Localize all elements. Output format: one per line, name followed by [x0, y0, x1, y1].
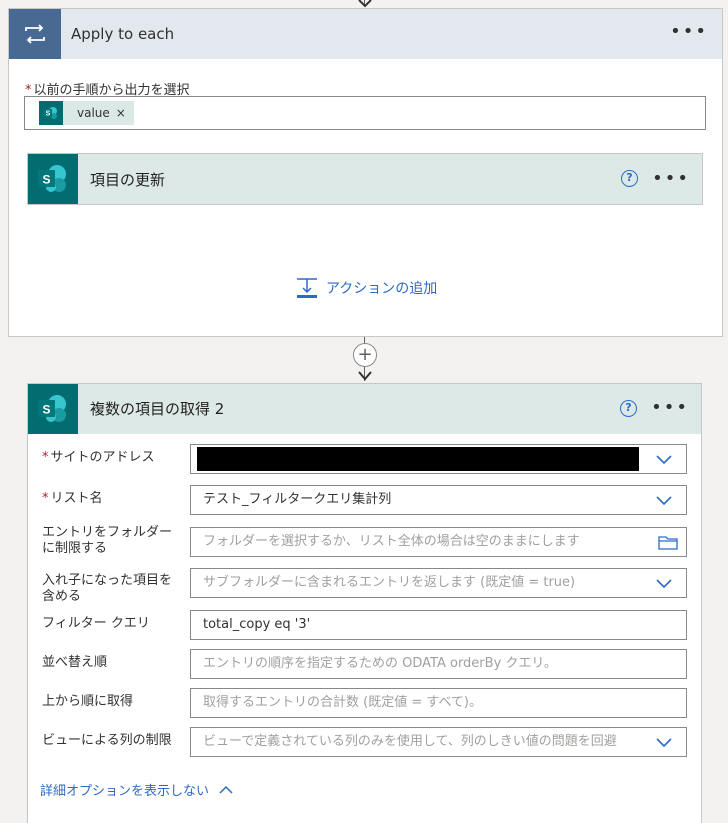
include-nested-placeholder: サブフォルダーに含まれるエントリを返します (既定値 = true)	[203, 575, 576, 590]
folder-limit-input[interactable]: フォルダーを選択するか、リスト全体の場合は空のままにします	[190, 527, 687, 557]
chevron-up-icon	[219, 785, 233, 794]
list-name-dropdown[interactable]: テスト_フィルタークエリ集計列	[190, 485, 687, 515]
filter-query-value: total_copy eq '3'	[203, 617, 311, 632]
sharepoint-icon: S	[28, 384, 78, 434]
advanced-options-label: 詳細オプションを表示しない	[40, 784, 210, 799]
folder-icon[interactable]	[658, 534, 678, 550]
add-action-icon	[297, 278, 317, 298]
more-options-icon[interactable]: •••	[651, 399, 689, 417]
filter-query-input[interactable]: total_copy eq '3'	[190, 610, 687, 640]
redacted-site-url	[197, 447, 639, 471]
chevron-down-icon	[656, 455, 672, 465]
loop-icon	[9, 9, 61, 59]
chevron-down-icon	[656, 496, 672, 506]
top-count-label: 上から順に取得	[42, 694, 134, 709]
token-remove-icon[interactable]: ×	[116, 106, 126, 120]
apply-to-each-title: Apply to each	[71, 25, 175, 43]
limit-columns-view-placeholder: ビューで定義されている列のみを使用して、列のしきい値の問題を回避	[203, 734, 617, 749]
more-options-icon[interactable]: •••	[670, 23, 708, 41]
site-address-label: * サイトのアドレス	[42, 450, 155, 465]
svg-text:S: S	[42, 173, 50, 187]
update-item-card[interactable]: S 項目の更新 ? •••	[27, 153, 703, 205]
add-action-label: アクションの追加	[326, 281, 438, 297]
limit-columns-view-label: ビューによる列の制限	[42, 733, 172, 748]
limit-columns-view-dropdown[interactable]: ビューで定義されている列のみを使用して、列のしきい値の問題を回避	[190, 727, 687, 757]
update-item-title: 項目の更新	[90, 171, 166, 189]
order-by-label: 並べ替え順	[42, 655, 108, 670]
site-address-dropdown[interactable]	[190, 444, 687, 474]
list-name-value: テスト_フィルタークエリ集計列	[203, 492, 392, 507]
apply-to-each-header[interactable]: Apply to each •••	[9, 9, 722, 59]
help-icon[interactable]: ?	[621, 170, 638, 187]
svg-text:S: S	[42, 403, 50, 417]
arrow-down-icon	[358, 0, 372, 8]
svg-text:S: S	[46, 111, 51, 118]
order-by-input[interactable]: エントリの順序を指定するための ODATA orderBy クエリ。	[190, 649, 687, 679]
value-token[interactable]: S value ×	[39, 101, 134, 125]
apply-to-each-card: Apply to each ••• * 以前の手順から出力を選択 S value …	[8, 8, 723, 337]
include-nested-dropdown[interactable]: サブフォルダーに含まれるエントリを返します (既定値 = true)	[190, 568, 687, 598]
get-items-header[interactable]: S 複数の項目の取得 2 ? •••	[28, 384, 701, 434]
arrow-down-icon	[358, 371, 372, 381]
order-by-placeholder: エントリの順序を指定するための ODATA orderBy クエリ。	[203, 656, 557, 671]
top-count-input[interactable]: 取得するエントリの合計数 (既定値 = すべて)。	[190, 688, 687, 718]
top-count-placeholder: 取得するエントリの合計数 (既定値 = すべて)。	[203, 695, 483, 710]
folder-limit-label: エントリをフォルダー に制限する	[42, 525, 173, 556]
token-label: value	[77, 106, 110, 120]
help-icon[interactable]: ?	[620, 400, 637, 417]
filter-query-label: フィルター クエリ	[42, 616, 150, 631]
chevron-down-icon	[656, 738, 672, 748]
get-items-card: S 複数の項目の取得 2 ? ••• * サイトのアドレス * リスト名 テスト_フ…	[27, 383, 702, 823]
add-action-button[interactable]: アクションの追加	[296, 277, 437, 299]
sharepoint-icon: S	[28, 154, 78, 204]
get-items-title: 複数の項目の取得 2	[90, 400, 225, 418]
select-output-input[interactable]: S value ×	[24, 96, 706, 130]
advanced-options-toggle[interactable]: 詳細オプションを表示しない	[40, 780, 233, 799]
list-name-label: * リスト名	[42, 491, 103, 506]
chevron-down-icon	[656, 579, 672, 589]
sharepoint-icon: S	[39, 101, 63, 125]
insert-step-button[interactable]: +	[353, 343, 377, 367]
folder-limit-placeholder: フォルダーを選択するか、リスト全体の場合は空のままにします	[203, 534, 580, 549]
include-nested-label: 入れ子になった項目を 含める	[42, 573, 173, 604]
more-options-icon[interactable]: •••	[652, 170, 690, 188]
